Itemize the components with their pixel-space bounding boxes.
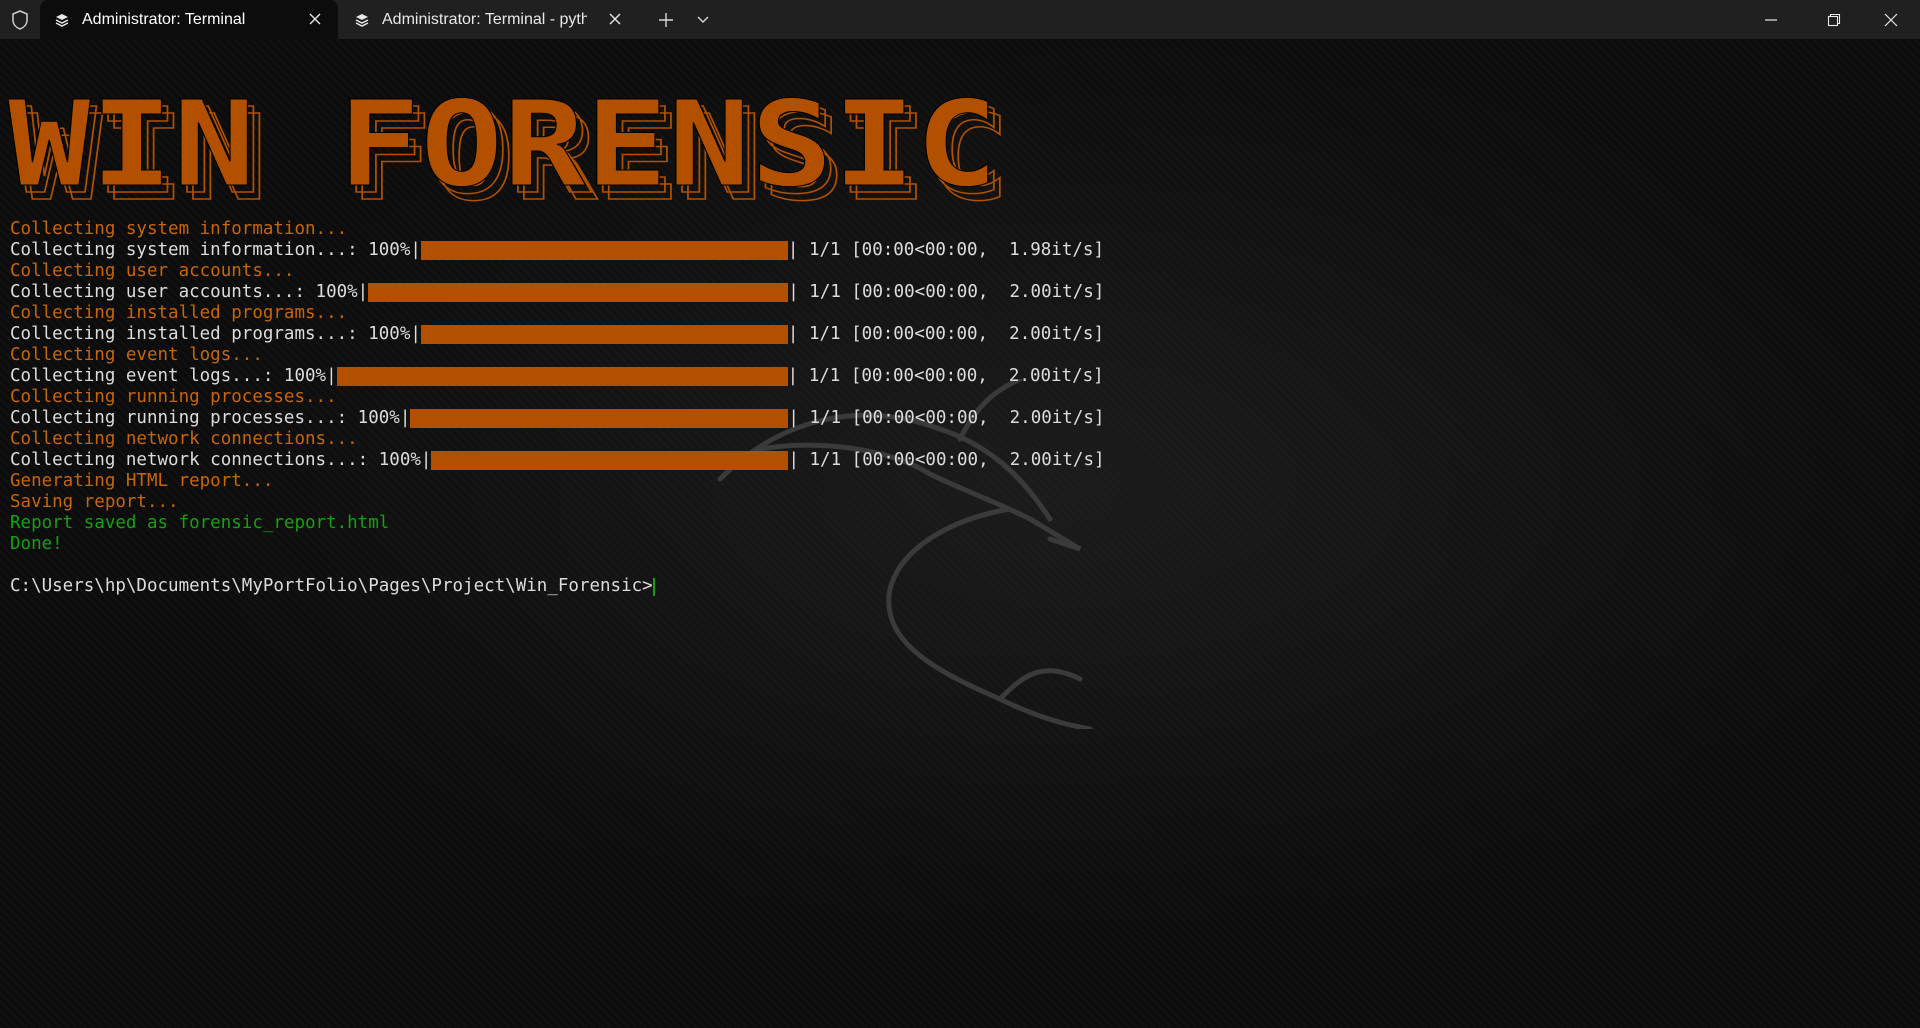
minimize-icon: [1765, 18, 1777, 21]
progress-bar: [368, 283, 789, 302]
output-line: Collecting event logs...: [10, 345, 1105, 366]
tab-dropdown-button[interactable]: [691, 8, 715, 32]
progress-line: Collecting running processes...: 100%| | …: [10, 408, 1105, 429]
output-line: Collecting system information...: [10, 219, 1105, 240]
close-window-button[interactable]: [1862, 0, 1920, 39]
progress-label: Collecting installed programs...: 100%|: [10, 324, 421, 344]
status-message: Collecting network connections...: [10, 429, 358, 449]
tab-terminal[interactable]: Administrator: Terminal: [40, 0, 338, 39]
progress-label: Collecting running processes...: 100%|: [10, 408, 411, 428]
progress-stats: | 1/1 [00:00<00:00, 2.00it/s]: [787, 366, 1104, 386]
status-message: Collecting system information...: [10, 219, 348, 239]
close-icon[interactable]: [606, 10, 624, 28]
success-message: Done!: [10, 534, 63, 554]
restore-button[interactable]: [1805, 0, 1863, 39]
close-icon[interactable]: [306, 10, 324, 28]
title-bar: Administrator: Terminal Administrator: T…: [0, 0, 1920, 39]
output-line: Report saved as forensic_report.html: [10, 513, 1105, 534]
progress-bar: [336, 367, 788, 386]
new-tab-button[interactable]: [654, 8, 678, 32]
close-icon: [1884, 13, 1898, 26]
progress-stats: | 1/1 [00:00<00:00, 2.00it/s]: [788, 450, 1105, 470]
progress-label: Collecting event logs...: 100%|: [10, 366, 337, 386]
restore-icon: [1827, 13, 1841, 26]
terminal-tab-icon: [54, 12, 70, 28]
progress-label: Collecting user accounts...: 100%|: [10, 282, 369, 302]
output-line: Generating HTML report...: [10, 471, 1105, 492]
terminal-tab-icon: [354, 12, 370, 28]
plus-icon: [659, 13, 673, 27]
progress-line: Collecting installed programs...: 100%| |…: [10, 324, 1105, 345]
output-line: Saving report...: [10, 492, 1105, 513]
progress-line: Collecting event logs...: 100%| | 1/1 [00…: [10, 366, 1105, 387]
terminal-output: Collecting system information... Collecti…: [10, 219, 1105, 597]
progress-stats: | 1/1 [00:00<00:00, 1.98it/s]: [787, 240, 1104, 260]
win-forensic-banner: WIN FORENSIC: [8, 74, 1008, 228]
shield-icon: [8, 8, 32, 32]
progress-bar: [420, 325, 788, 344]
tab-label: Administrator: Terminal - pytho: [382, 10, 587, 28]
status-message: Collecting user accounts...: [10, 261, 295, 281]
command-prompt: C:\Users\hp\Documents\MyPortFolio\Pages\…: [10, 576, 653, 596]
tab-terminal-python[interactable]: Administrator: Terminal - pytho: [340, 0, 638, 39]
status-message: Collecting event logs...: [10, 345, 263, 365]
success-message: Report saved as forensic_report.html: [10, 513, 390, 533]
status-message: Saving report...: [10, 492, 179, 512]
terminal-pane[interactable]: WIN FORENSIC Collecting system informati…: [0, 39, 1920, 1028]
progress-bar: [410, 409, 789, 428]
status-message: Collecting running processes...: [10, 387, 337, 407]
output-line: Done!: [10, 534, 1105, 555]
output-line: Collecting running processes...: [10, 387, 1105, 408]
progress-label: Collecting network connections...: 100%|: [10, 450, 432, 470]
progress-line: Collecting user accounts...: 100%| | 1/1 …: [10, 282, 1105, 303]
progress-bar: [431, 451, 789, 470]
progress-stats: | 1/1 [00:00<00:00, 2.00it/s]: [787, 324, 1104, 344]
progress-bar: [420, 241, 788, 260]
chevron-down-icon: [697, 16, 709, 23]
output-line: Collecting network connections...: [10, 429, 1105, 450]
status-message: Collecting installed programs...: [10, 303, 348, 323]
progress-line: Collecting system information...: 100%| |…: [10, 240, 1105, 261]
output-line: C:\Users\hp\Documents\MyPortFolio\Pages\…: [10, 576, 1105, 597]
output-line: Collecting installed programs...: [10, 303, 1105, 324]
minimize-button[interactable]: [1742, 0, 1800, 39]
output-line: Collecting user accounts...: [10, 261, 1105, 282]
tab-label: Administrator: Terminal: [82, 10, 246, 28]
progress-stats: | 1/1 [00:00<00:00, 2.00it/s]: [788, 408, 1105, 428]
progress-line: Collecting network connections...: 100%|…: [10, 450, 1105, 471]
progress-label: Collecting system information...: 100%|: [10, 240, 421, 260]
status-message: Generating HTML report...: [10, 471, 274, 491]
text-cursor: [652, 577, 655, 596]
progress-stats: | 1/1 [00:00<00:00, 2.00it/s]: [788, 282, 1105, 302]
